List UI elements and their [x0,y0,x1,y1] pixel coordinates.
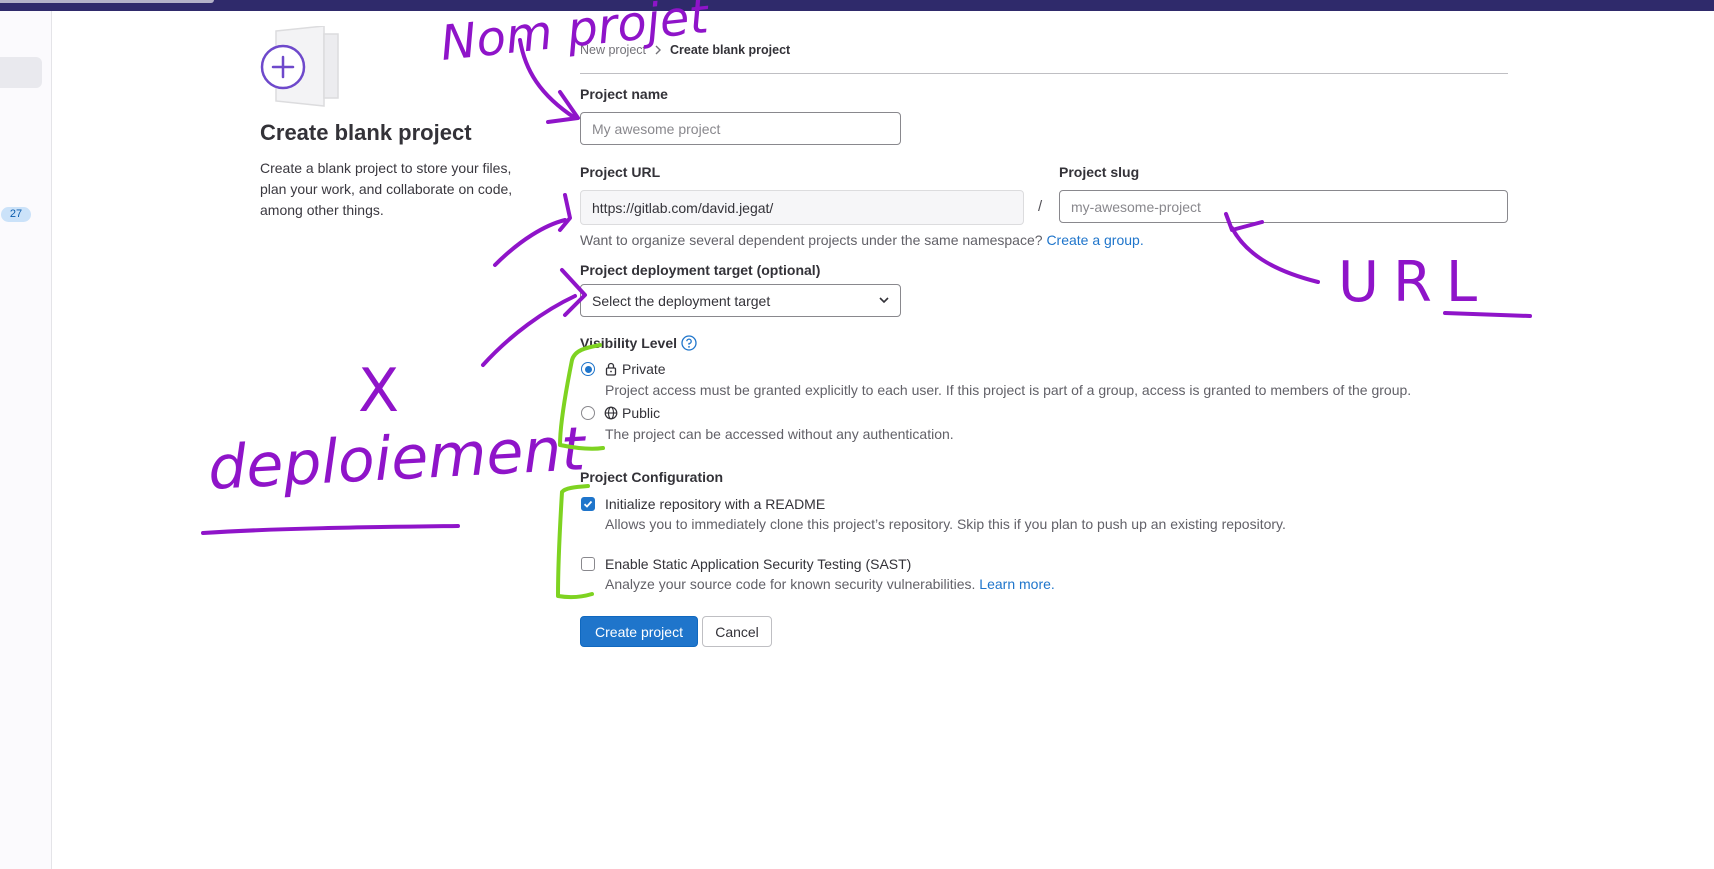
deployment-target-value: Select the deployment target [592,292,771,309]
breadcrumb: New project Create blank project [580,43,790,57]
url-underline [1443,311,1532,318]
deployment-target-label: Project deployment target (optional) [580,262,821,278]
arrow-to-slug [1224,212,1320,284]
page-description: Create a blank project to store your fil… [260,160,513,218]
arrow-to-project-name [518,38,580,124]
private-description: Project access must be granted explicitl… [605,382,1412,398]
private-radio[interactable] [581,362,595,376]
readme-label: Initialize repository with a README [605,496,826,512]
arrow-to-deployment [481,268,587,367]
project-name-label: Project name [580,86,668,102]
deployment-target-select[interactable]: Select the deployment target [580,284,901,317]
project-slug-input[interactable]: my-awesome-project [1059,190,1508,223]
chevron-right-icon [655,45,661,55]
help-icon[interactable] [681,335,697,351]
sidebar-count-badge: 27 [1,207,31,222]
visibility-option-public[interactable]: Public [581,405,660,421]
learn-more-link[interactable]: Learn more. [979,576,1054,592]
public-description: The project can be accessed without any … [605,426,954,442]
readme-option[interactable]: Initialize repository with a README [581,496,825,512]
visibility-option-private[interactable]: Private [581,361,666,377]
globe-icon [604,406,618,420]
project-slug-label: Project slug [1059,164,1140,180]
annotation-url: URL [1338,250,1492,315]
project-configuration-label: Project Configuration [580,469,724,485]
annotation-deploiement: deploiement [206,414,587,504]
sast-description-row: Analyze your source code for known secur… [605,576,1055,592]
sast-option[interactable]: Enable Static Application Security Testi… [581,556,911,572]
readme-checkbox[interactable] [581,497,595,511]
left-sidebar: 27 [0,11,52,869]
sast-description: Analyze your source code for known secur… [605,576,976,592]
checkmark-icon [583,500,593,508]
page-title: Create blank project [260,120,472,145]
project-name-input[interactable]: My awesome project [580,112,901,145]
blank-project-illustration [260,26,339,107]
project-slug-placeholder: my-awesome-project [1071,198,1201,215]
breadcrumb-parent-link[interactable]: New project [580,43,646,57]
lock-icon [605,362,617,376]
sast-label: Enable Static Application Security Testi… [605,556,912,572]
project-url-label: Project URL [580,164,661,180]
visibility-level-label: Visibility Level [580,335,678,351]
browser-tab-stub [0,0,214,3]
top-bar [0,0,1714,11]
create-project-button[interactable]: Create project [580,616,698,647]
deployment-underline [201,524,460,535]
namespace-hint-text: Want to organize several dependent proje… [580,232,1043,248]
sidebar-active-item[interactable] [0,57,42,88]
namespace-hint: Want to organize several dependent proje… [580,232,1144,248]
public-label: Public [622,405,661,421]
project-url-value: https://gitlab.com/david.jegat/ [592,199,774,216]
url-separator: / [1038,198,1043,215]
header-divider [580,73,1508,74]
chevron-down-icon [879,297,889,304]
breadcrumb-current: Create blank project [670,43,791,57]
public-radio[interactable] [581,406,595,420]
project-url-input[interactable]: https://gitlab.com/david.jegat/ [580,190,1024,225]
cancel-button[interactable]: Cancel [702,616,772,647]
private-label: Private [622,361,666,377]
project-name-placeholder: My awesome project [592,120,721,137]
visibility-level-heading: Visibility Level [580,335,697,351]
annotation-cross: X [358,356,400,426]
sast-checkbox[interactable] [581,557,595,571]
create-group-link[interactable]: Create a group. [1046,232,1143,248]
readme-description: Allows you to immediately clone this pro… [605,516,1286,532]
